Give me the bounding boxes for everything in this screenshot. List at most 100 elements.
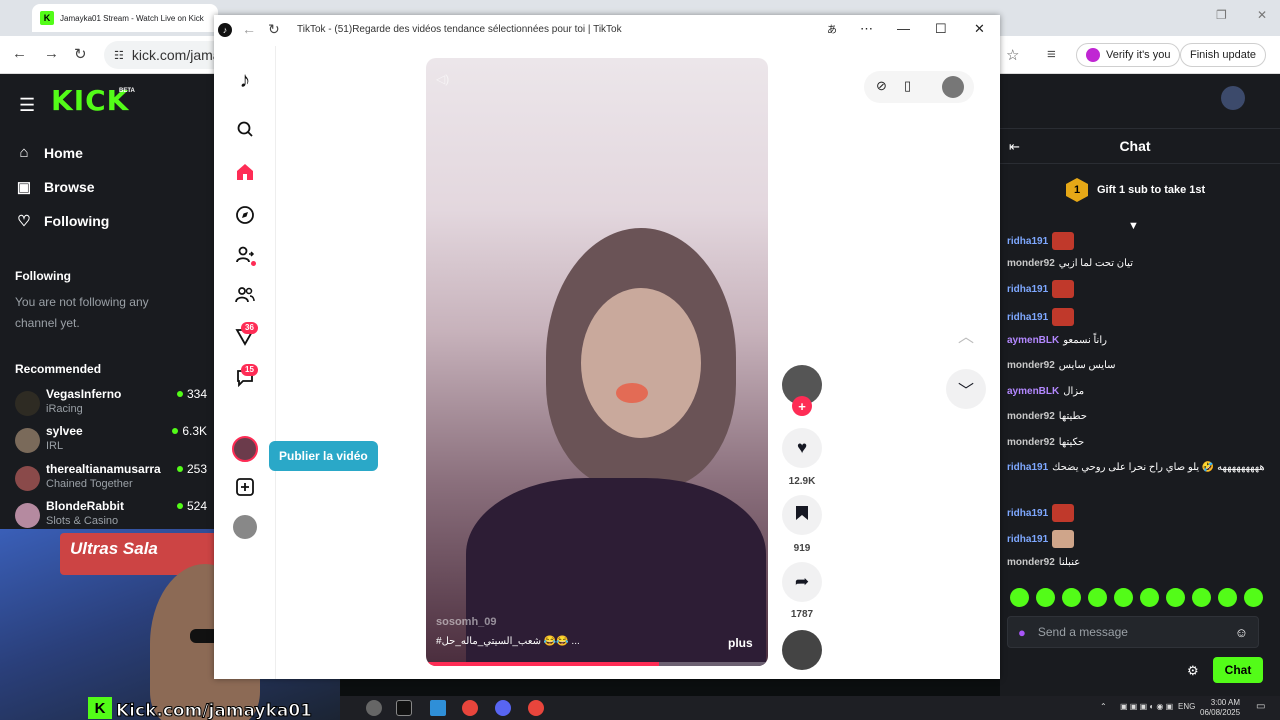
recommended-channel[interactable]: sylvee IRL 6.3K [15,424,207,460]
bg-close-icon[interactable]: ✕ [1257,8,1267,22]
back-icon[interactable]: ← [242,21,256,37]
next-video-button[interactable]: ﹀ [946,369,986,409]
verify-label: Verify it's you [1106,49,1171,61]
recommended-channel[interactable]: VegasInferno iRacing 334 [15,387,207,423]
media-control-icon[interactable]: ≡ [1047,46,1056,63]
gear-icon[interactable]: ⚙ [1187,663,1199,679]
emote-icon[interactable] [1088,588,1107,607]
home-icon[interactable] [233,160,257,184]
chat-input-placeholder: Send a message [1037,625,1128,639]
microphone-icon[interactable]: ● [1018,625,1026,640]
kick-sidebar: ☰ KICK BETA ⌂ Home ▣ Browse ♡ Following … [0,74,215,534]
gift-rank-badge: 1 [1066,178,1088,202]
recommended-channel[interactable]: therealtianamusarra Chained Together 253 [15,462,207,498]
chat-input[interactable]: ● Send a message ☺ [1007,616,1259,648]
chat-message: ridha191 [1007,232,1269,250]
bg-restore-icon[interactable]: ❐ [1216,8,1227,22]
taskbar: ⌃ ▣ ▣ ▣ ◐ ◉ ▣ ENG 3:00 AM 06/08/2025 ▭ [340,696,1280,720]
tiktok-logo-icon[interactable]: ♪ [233,67,257,92]
chrome-icon[interactable] [528,700,544,716]
finish-update-button[interactable]: Finish update [1180,43,1267,67]
activity-badge: 36 [241,322,258,334]
previous-video-button[interactable]: ︿ [946,315,986,355]
user-avatar[interactable] [1221,86,1245,110]
volume-icon[interactable]: ◁) [436,72,449,86]
chevron-down-icon[interactable]: ▼ [1128,220,1139,232]
upload-icon[interactable] [233,475,257,499]
emote-icon [1052,504,1075,522]
kick-logo[interactable]: KICK [51,84,129,117]
nav-home-label: Home [44,144,83,161]
emote-icon[interactable] [1192,588,1211,607]
like-button[interactable]: ♥ [782,428,822,468]
reload-icon[interactable]: ↻ [74,45,87,63]
menu-icon[interactable]: ☰ [19,95,35,116]
forward-icon[interactable]: → [44,45,59,62]
chat-message: monder92 تيان تحت لما ازبي [1007,258,1133,269]
emoji-icon[interactable]: ☺ [1235,625,1248,640]
video-username[interactable]: sosomh_09 [436,616,497,628]
tiktok-taskbar-icon[interactable] [396,700,412,716]
explore-icon[interactable] [233,203,257,227]
caption-more-button[interactable]: plus [728,636,753,650]
obs-icon[interactable] [366,700,382,716]
nav-following[interactable]: ♡ Following [16,212,109,230]
save-button[interactable] [782,495,822,535]
tray-chevron-icon[interactable]: ⌃ [1100,702,1107,711]
video-subject-face [581,288,701,438]
app-icon[interactable] [430,700,446,716]
music-disc[interactable] [782,630,822,670]
channel-name: VegasInferno [46,387,122,401]
language-indicator[interactable]: ENG [1178,702,1195,711]
translate-icon[interactable]: あ [827,21,837,36]
more-avatar[interactable] [233,515,257,539]
publish-video-tooltip[interactable]: Publier la vidéo [269,441,378,471]
browser-tab-title: Jamayka01 Stream - Watch Live on Kick [60,13,204,23]
browser-tab-kick[interactable]: K Jamayka01 Stream - Watch Live on Kick [32,4,218,32]
emote-icon[interactable] [1244,588,1263,607]
device-icon[interactable]: ▯ [904,78,911,94]
notification-icon[interactable]: ▭ [1256,701,1265,712]
emote-icon[interactable] [1010,588,1029,607]
search-icon[interactable] [233,117,257,141]
chat-send-button[interactable]: Chat [1213,657,1263,683]
site-info-icon[interactable]: ☷ [114,49,124,62]
coin-icon[interactable]: ⊘ [876,78,887,94]
back-icon[interactable]: ← [12,45,27,62]
clock[interactable]: 3:00 AM 06/08/2025 [1200,698,1240,718]
emote-icon[interactable] [1062,588,1081,607]
friends-icon[interactable] [233,283,257,307]
bookmark-star-icon[interactable]: ☆ [1006,46,1019,64]
gift-sub-banner[interactable]: 1 Gift 1 sub to take 1st [1066,178,1205,202]
avatar [15,391,40,416]
chat-header: ⇤ Chat [1000,128,1280,164]
emote-icon[interactable] [1218,588,1237,607]
emote-icon[interactable] [1140,588,1159,607]
chat-message: ridha191 [1007,530,1269,548]
kick-watermark-icon: K [88,697,112,719]
chat-panel: ⇤ Chat 1 Gift 1 sub to take 1st ▼ ridha1… [1000,74,1280,720]
more-icon[interactable]: ⋯ [860,21,873,37]
nav-home[interactable]: ⌂ Home [16,144,83,161]
app-icon[interactable] [495,700,511,716]
maximize-icon[interactable]: ☐ [935,21,947,37]
reload-icon[interactable]: ↻ [268,21,280,38]
emote-icon[interactable] [1114,588,1133,607]
video-player[interactable]: ◁) sosomh_09 #شعب_السيتي_ماله_حل 😂😂 ... … [426,58,768,666]
emote-icon[interactable] [1166,588,1185,607]
follow-plus-icon[interactable]: + [792,396,812,416]
user-avatar[interactable] [942,76,964,98]
viewer-count: 6.3K [172,424,207,438]
close-icon[interactable]: ✕ [974,21,985,37]
tiktok-app-icon: ♪ [218,23,232,37]
verify-button[interactable]: Verify it's you [1076,43,1181,67]
share-button[interactable]: ➦ [782,562,822,602]
channel-name: BlondeRabbit [46,499,124,513]
nav-browse[interactable]: ▣ Browse [16,178,95,196]
tray-icons[interactable]: ▣ ▣ ▣ ◐ ◉ ▣ [1120,702,1173,711]
chrome-icon[interactable] [462,700,478,716]
minimize-icon[interactable]: — [897,21,910,36]
video-progress-bar[interactable] [426,662,768,666]
profile-avatar[interactable] [232,436,258,462]
emote-icon[interactable] [1036,588,1055,607]
